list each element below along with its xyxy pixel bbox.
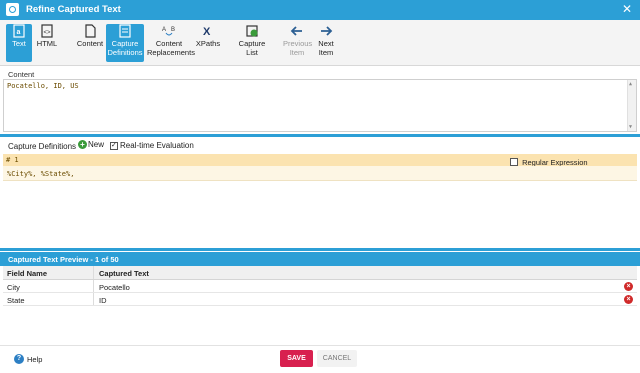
capture-definitions-button[interactable]: Capture Definitions	[106, 24, 144, 62]
realtime-evaluation-checkbox[interactable]: Real-time Evaluation	[110, 141, 194, 150]
cancel-button[interactable]: CANCEL	[317, 350, 357, 367]
svg-text:a: a	[17, 29, 21, 36]
content-button-label: Content	[76, 39, 104, 48]
delete-icon[interactable]: ×	[624, 282, 633, 291]
column-header-field-name[interactable]: Field Name	[7, 269, 47, 278]
field-name-cell: City	[7, 283, 20, 292]
svg-text:B: B	[171, 27, 175, 33]
preview-table: Field Name Captured Text City Pocatello …	[3, 266, 637, 306]
definition-text: %City%, %State%,	[7, 170, 75, 178]
content-replacements-label-2: Replacements	[147, 47, 195, 57]
previous-item-label-2: Item	[289, 47, 305, 57]
content-scrollbar[interactable]: ▲ ▼	[627, 80, 636, 131]
svg-text:A: A	[162, 27, 166, 33]
xpaths-icon: X	[203, 26, 211, 38]
capture-definitions-bar: Capture Definitions +New Real-time Evalu…	[0, 138, 640, 154]
close-icon[interactable]: ✕	[622, 2, 632, 16]
table-row[interactable]: State ID ×	[3, 293, 637, 306]
definition-number: # 1	[6, 156, 19, 164]
add-icon: +	[78, 140, 87, 150]
scroll-down-icon[interactable]: ▼	[629, 124, 632, 130]
replace-icon: AB	[162, 27, 175, 36]
definition-input[interactable]: %City%, %State%,	[3, 166, 637, 181]
new-definition-button[interactable]: + New	[78, 140, 105, 150]
capture-definitions-icon	[119, 24, 131, 38]
content-text: Pocatello, ID, US	[7, 82, 79, 90]
table-header-row: Field Name Captured Text	[3, 266, 637, 280]
content-document-icon	[85, 24, 96, 38]
help-label: Help	[27, 354, 43, 364]
title-bar: Refine Captured Text ✕	[0, 0, 640, 20]
realtime-evaluation-label: Real-time Evaluation	[120, 141, 194, 151]
checkbox-unchecked-icon[interactable]	[510, 158, 518, 167]
html-button[interactable]: <> HTML	[34, 24, 60, 62]
text-button-label: Text	[12, 39, 26, 48]
svg-text:<>: <>	[44, 30, 52, 36]
text-document-icon: a	[13, 24, 25, 38]
definitions-empty-area	[3, 181, 637, 245]
footer: ? Help SAVE CANCEL	[0, 345, 640, 373]
captured-text-preview-header: Captured Text Preview - 1 of 50	[0, 252, 640, 266]
arrow-right-icon	[321, 26, 333, 36]
text-button[interactable]: a Text	[6, 24, 32, 62]
save-button[interactable]: SAVE	[280, 350, 313, 367]
xpaths-button-label: XPaths	[195, 39, 221, 48]
captured-text-cell: ID	[99, 296, 107, 305]
captured-text-cell: Pocatello	[99, 283, 130, 292]
delete-icon[interactable]: ×	[624, 295, 633, 304]
toolbar: a Text <> HTML Content Capture Definitio…	[0, 20, 640, 66]
help-button[interactable]: ? Help	[14, 354, 42, 364]
previous-item-button[interactable]: Previous Item	[283, 24, 312, 62]
content-section-label: Content	[8, 70, 35, 79]
content-replacements-button[interactable]: AB Content Replacements	[147, 24, 195, 62]
next-item-label-2: Item	[318, 47, 334, 57]
table-row[interactable]: City Pocatello ×	[3, 280, 637, 293]
capture-list-button[interactable]: Capture List	[237, 24, 267, 62]
capture-list-icon	[246, 25, 258, 37]
capture-definitions-label-2: Definitions	[107, 47, 143, 57]
xpaths-button[interactable]: X XPaths	[194, 24, 222, 62]
capture-definitions-label: Capture Definitions	[8, 142, 77, 151]
section-divider[interactable]	[0, 134, 640, 137]
arrow-left-icon	[290, 26, 302, 36]
field-name-cell: State	[7, 296, 25, 305]
svg-text:X: X	[203, 26, 211, 38]
content-text-area[interactable]: Pocatello, ID, US ▲ ▼	[3, 79, 637, 132]
preview-title: Captured Text Preview - 1 of 50	[8, 255, 119, 264]
content-button[interactable]: Content	[75, 24, 105, 62]
html-document-icon: <>	[41, 24, 53, 38]
checkbox-checked-icon[interactable]	[110, 141, 118, 150]
html-button-label: HTML	[36, 39, 58, 48]
help-icon: ?	[14, 354, 24, 364]
app-logo-icon	[6, 3, 19, 16]
section-divider-2[interactable]	[0, 248, 640, 251]
window-title: Refine Captured Text	[26, 4, 121, 15]
scroll-up-icon[interactable]: ▲	[629, 81, 632, 87]
new-definition-label: New	[88, 140, 105, 150]
capture-list-label-2: List	[246, 47, 258, 57]
next-item-button[interactable]: Next Item	[314, 24, 338, 62]
column-header-captured-text[interactable]: Captured Text	[99, 269, 149, 278]
